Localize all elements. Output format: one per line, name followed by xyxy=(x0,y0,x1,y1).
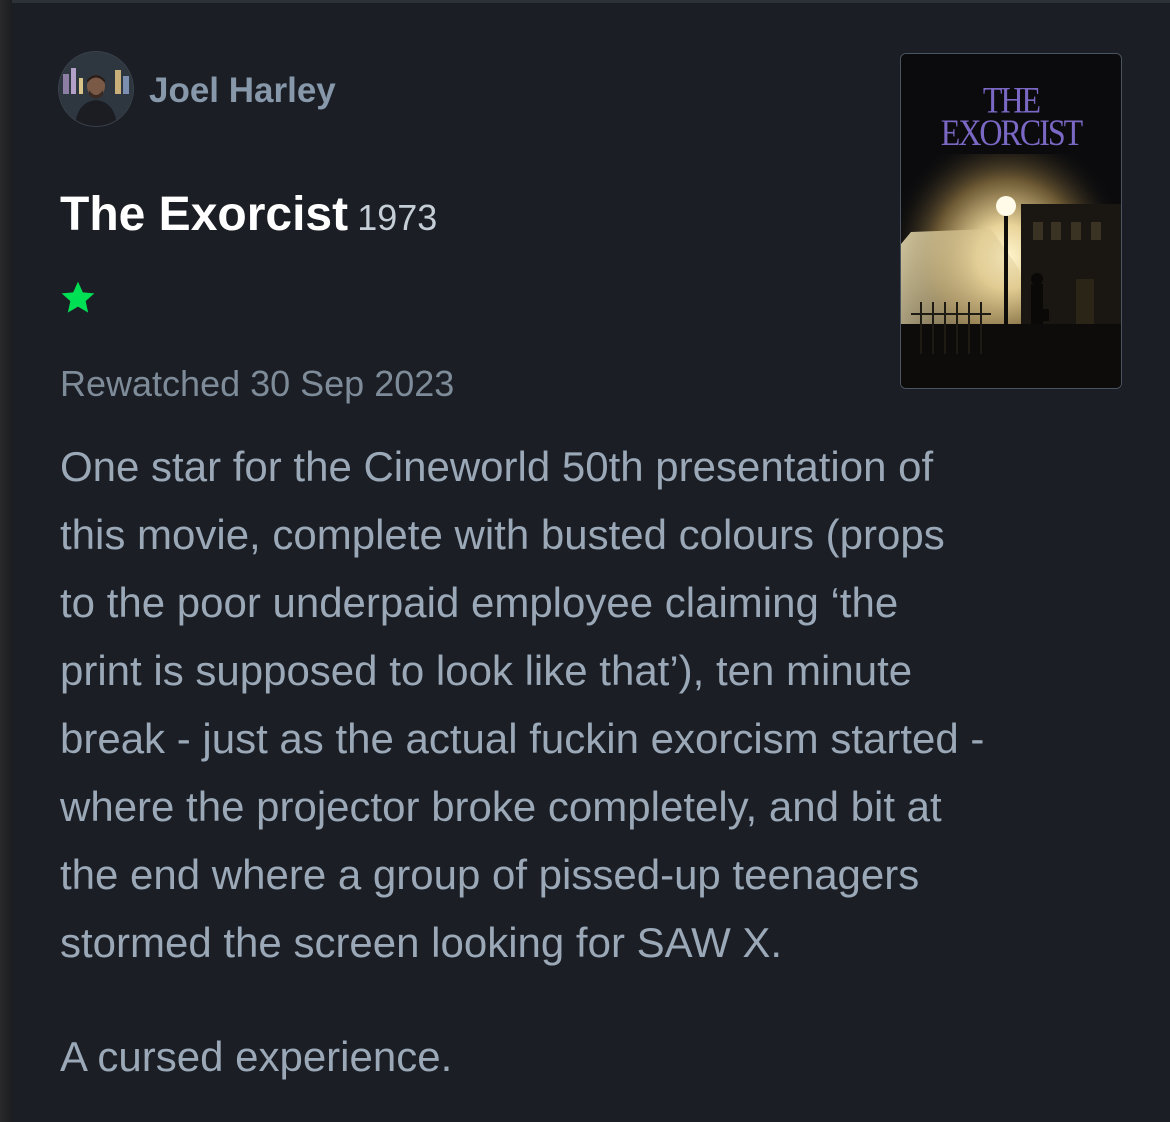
poster-title-line: EXORCIST xyxy=(940,111,1083,153)
review-paragraph: A cursed experience. xyxy=(60,1033,453,1080)
star-rating xyxy=(58,278,98,318)
film-heading: The Exorcist 1973 xyxy=(60,187,437,242)
review-paragraph: One star for the Cineworld 50th presenta… xyxy=(60,443,985,966)
avatar-photo xyxy=(59,52,133,126)
film-title[interactable]: The Exorcist xyxy=(60,188,348,241)
watch-date[interactable]: Rewatched 30 Sep 2023 xyxy=(60,363,454,405)
film-year[interactable]: 1973 xyxy=(357,197,437,238)
poster-title: THE EXORCIST xyxy=(901,81,1121,153)
star-icon xyxy=(61,281,95,313)
review-body: One star for the Cineworld 50th presenta… xyxy=(60,433,1140,1091)
outer-left-edge xyxy=(0,0,12,1122)
film-poster[interactable]: THE EXORCIST xyxy=(900,53,1122,389)
author-name[interactable]: Joel Harley xyxy=(149,71,336,111)
review-card: Joel Harley The Exorcist 1973 Rewatched … xyxy=(12,3,1170,1122)
avatar[interactable] xyxy=(59,52,133,126)
